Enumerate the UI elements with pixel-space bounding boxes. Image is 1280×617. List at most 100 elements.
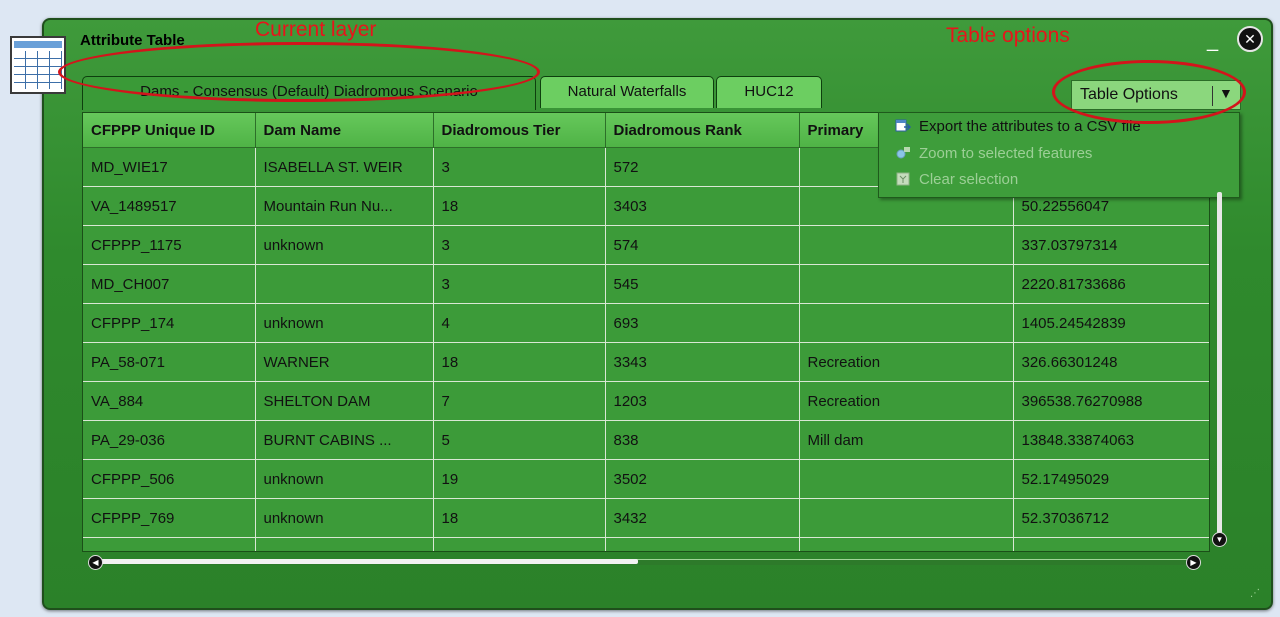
table-row[interactable]: CFPPP_769 unknown 18 3432 52.37036712 — [83, 498, 1209, 538]
table-cell: 52.17495029 — [1013, 459, 1209, 499]
table-cell: LOWER BEAVER ... — [255, 537, 434, 551]
table-cell: 19 — [433, 459, 606, 499]
table-row[interactable]: CFPPP_174 unknown 4 693 1405.24542839 — [83, 303, 1209, 343]
resize-grip-icon[interactable]: ⋰ — [1250, 588, 1264, 602]
table-cell: 52.37036712 — [1013, 498, 1209, 538]
table-cell: Recreation — [799, 537, 1014, 551]
annotation-table-options: Table options — [946, 24, 1070, 47]
table-cell: WARNER — [255, 342, 434, 382]
table-cell: Mill dam — [799, 420, 1014, 460]
table-row[interactable]: CFPPP_1175 unknown 3 574 337.03797314 — [83, 225, 1209, 265]
table-cell: BURNT CABINS ... — [255, 420, 434, 460]
table-cell: ISABELLA ST. WEIR — [255, 147, 434, 187]
table-cell: PA_29-036 — [83, 420, 256, 460]
table-cell: 18 — [433, 498, 606, 538]
close-icon[interactable]: ✕ — [1237, 26, 1263, 52]
table-cell: unknown — [255, 498, 434, 538]
clear-selection-icon — [896, 172, 910, 186]
table-cell: Recreation — [799, 381, 1014, 421]
table-options-menu: Export the attributes to a CSV file Zoom… — [878, 112, 1240, 198]
table-row[interactable]: VA_884 SHELTON DAM 7 1203 Recreation 396538.7… — [83, 381, 1209, 421]
table-cell: 2220.81733686 — [1013, 264, 1209, 304]
tab-huc12[interactable]: HUC12 — [716, 76, 822, 108]
scroll-down-icon[interactable]: ▼ — [1212, 532, 1227, 547]
menu-clear-selection[interactable]: Clear selection — [895, 171, 1018, 193]
table-cell: 396538.76270988 — [1013, 381, 1209, 421]
table-cell: 18 — [433, 342, 606, 382]
current-layer-highlight — [58, 42, 540, 102]
table-cell: VA_1489517 — [83, 186, 256, 226]
table-cell: 3 — [433, 264, 606, 304]
table-cell: 545 — [605, 264, 800, 304]
table-cell — [255, 264, 434, 304]
table-cell: MD_WIE17 — [83, 147, 256, 187]
table-cell: 5 — [433, 420, 606, 460]
table-cell: 773.89673147 — [1013, 537, 1209, 551]
table-cell: VA_1007 — [83, 537, 256, 551]
table-row[interactable]: PA_58-071 WARNER 18 3343 Recreation 326.66301… — [83, 342, 1209, 382]
table-body: MD_WIE17 ISABELLA ST. WEIR 3 572 VA_1489517 M… — [83, 147, 1209, 551]
table-cell: 337.03797314 — [1013, 225, 1209, 265]
table-cell: 4 — [433, 303, 606, 343]
table-cell: 572 — [605, 147, 800, 187]
table-cell: PA_58-071 — [83, 342, 256, 382]
table-cell: 326.66301248 — [1013, 342, 1209, 382]
table-cell: SHELTON DAM — [255, 381, 434, 421]
column-header[interactable]: CFPPP Unique ID — [83, 113, 256, 148]
table-row[interactable]: MD_CH007 3 545 2220.81733686 — [83, 264, 1209, 304]
table-cell: CFPPP_174 — [83, 303, 256, 343]
table-cell — [799, 225, 1014, 265]
table-cell: 2625 — [605, 537, 800, 551]
table-cell: 838 — [605, 420, 800, 460]
table-cell: CFPPP_769 — [83, 498, 256, 538]
table-cell: unknown — [255, 225, 434, 265]
minimize-icon[interactable]: _ — [1207, 31, 1221, 51]
annotation-current-layer: Current layer — [255, 18, 377, 41]
scroll-right-icon[interactable]: ▶ — [1186, 555, 1201, 570]
export-csv-icon — [895, 119, 911, 132]
attribute-table-icon — [10, 36, 66, 94]
table-cell: 1203 — [605, 381, 800, 421]
table-cell: 3502 — [605, 459, 800, 499]
table-cell: unknown — [255, 303, 434, 343]
column-header[interactable]: Diadromous Tier — [433, 113, 606, 148]
table-cell — [799, 459, 1014, 499]
table-cell: Mountain Run Nu... — [255, 186, 434, 226]
table-cell: Recreation — [799, 342, 1014, 382]
table-cell: CFPPP_506 — [83, 459, 256, 499]
table-cell: 3403 — [605, 186, 800, 226]
table-cell: 3 — [433, 147, 606, 187]
table-row[interactable]: VA_1007LOWER BEAVER ...142625Recreation7… — [83, 537, 1209, 551]
table-row[interactable]: PA_29-036 BURNT CABINS ... 5 838 Mill dam 138… — [83, 420, 1209, 460]
menu-export-csv[interactable]: Export the attributes to a CSV file — [895, 118, 1141, 140]
table-cell: 3343 — [605, 342, 800, 382]
menu-item-label: Clear selection — [919, 171, 1019, 188]
table-cell — [799, 498, 1014, 538]
table-cell — [799, 303, 1014, 343]
menu-zoom-selected[interactable]: Zoom to selected features — [895, 145, 1092, 167]
table-row[interactable]: CFPPP_506 unknown 19 3502 52.17495029 — [83, 459, 1209, 499]
column-header[interactable]: Dam Name — [255, 113, 434, 148]
column-header[interactable]: Diadromous Rank — [605, 113, 800, 148]
table-cell: 3432 — [605, 498, 800, 538]
table-cell: 13848.33874063 — [1013, 420, 1209, 460]
table-cell: 693 — [605, 303, 800, 343]
table-cell: MD_CH007 — [83, 264, 256, 304]
horizontal-scrollbar-thumb[interactable] — [98, 559, 638, 564]
table-cell: 3 — [433, 225, 606, 265]
table-cell: 18 — [433, 186, 606, 226]
table-cell: VA_884 — [83, 381, 256, 421]
tab-natural-waterfalls[interactable]: Natural Waterfalls — [540, 76, 714, 108]
table-cell: 7 — [433, 381, 606, 421]
table-cell: unknown — [255, 459, 434, 499]
table-cell: 14 — [433, 537, 606, 551]
vertical-scrollbar[interactable] — [1217, 192, 1222, 536]
table-options-highlight — [1052, 60, 1246, 124]
zoom-icon — [896, 147, 910, 159]
table-cell: 1405.24542839 — [1013, 303, 1209, 343]
table-cell: 574 — [605, 225, 800, 265]
menu-item-label: Zoom to selected features — [919, 145, 1093, 162]
table-cell — [799, 264, 1014, 304]
scroll-left-icon[interactable]: ◀ — [88, 555, 103, 570]
table-cell: CFPPP_1175 — [83, 225, 256, 265]
